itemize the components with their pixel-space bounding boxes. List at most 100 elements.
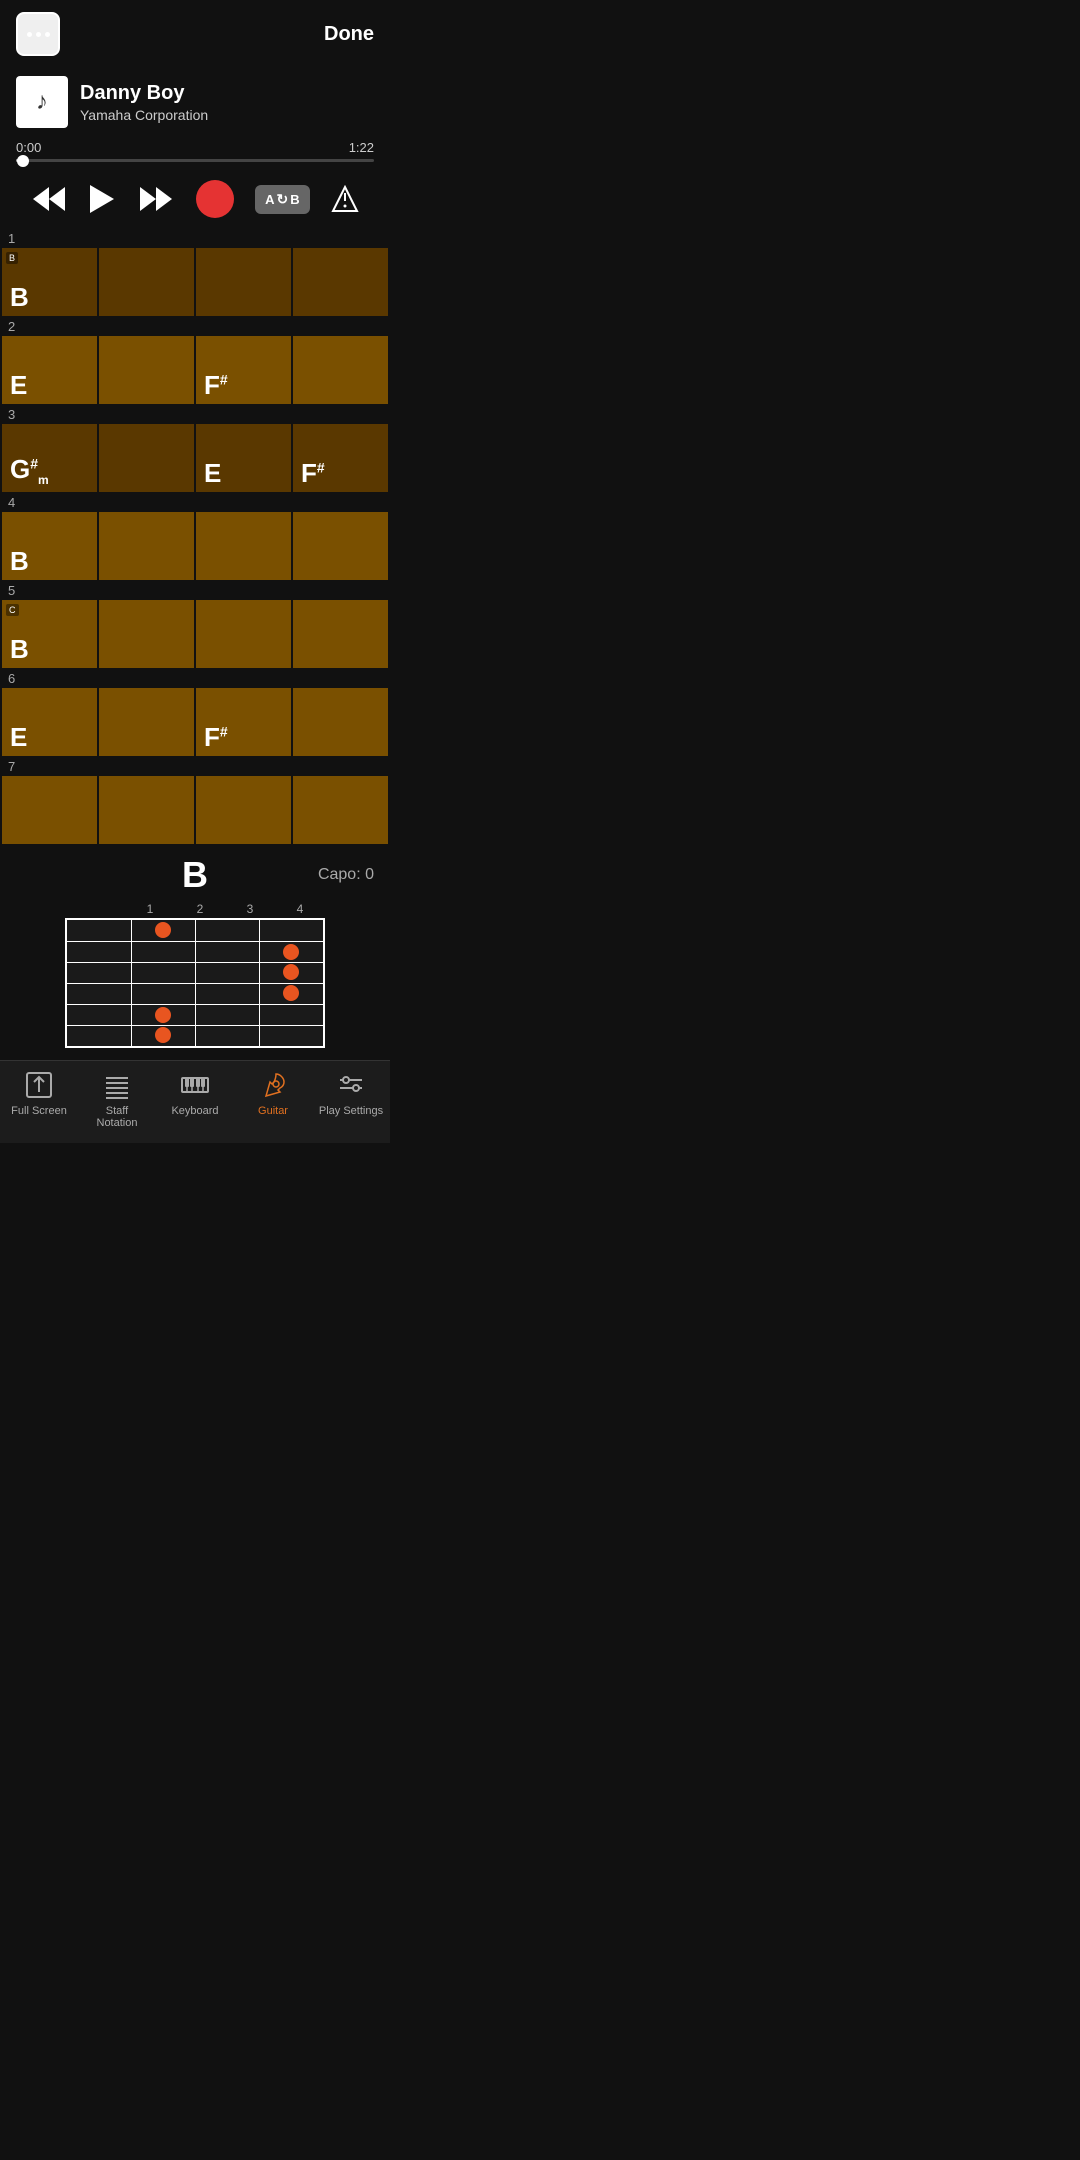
menu-dots-icon xyxy=(27,32,50,37)
diagram-chord-name: B xyxy=(182,854,208,896)
finger-dot-5 xyxy=(155,1007,171,1023)
nav-label-keyboard: Keyboard xyxy=(171,1105,218,1117)
empty-cell-5-3[interactable] xyxy=(196,600,291,668)
measure-number-1: 1 xyxy=(0,228,390,248)
string-line-3 xyxy=(67,983,323,984)
nav-item-playsettings[interactable]: Play Settings xyxy=(312,1069,390,1129)
chord-cell-3-4[interactable]: F# xyxy=(293,424,388,492)
finger-dot-4 xyxy=(283,985,299,1001)
empty-cell-4-2[interactable] xyxy=(99,512,194,580)
nav-item-guitar[interactable]: Guitar xyxy=(234,1069,312,1129)
empty-cell-6-2[interactable] xyxy=(99,688,194,756)
chord-name: F# xyxy=(301,460,325,486)
nav-label-staff: StaffNotation xyxy=(97,1105,138,1129)
empty-cell-1-3[interactable] xyxy=(196,248,291,316)
empty-cell-2-4[interactable] xyxy=(293,336,388,404)
chord-name: G#m xyxy=(10,456,49,486)
ab-label: A xyxy=(265,192,274,207)
time-total: 1:22 xyxy=(349,140,374,155)
chord-row-2: E F# xyxy=(0,336,390,404)
track-artist: Yamaha Corporation xyxy=(80,107,208,123)
chord-modifier: # xyxy=(220,723,228,739)
nav-label-fullscreen: Full Screen xyxy=(11,1105,67,1117)
fast-forward-button[interactable] xyxy=(138,185,174,213)
progress-area: 0:00 1:22 xyxy=(0,136,390,170)
chord-cell-6-1[interactable]: E xyxy=(2,688,97,756)
track-info: ♪ Danny Boy Yamaha Corporation xyxy=(0,68,390,136)
finger-dot-1 xyxy=(155,922,171,938)
empty-cell-7-2[interactable] xyxy=(99,776,194,844)
time-row: 0:00 1:22 xyxy=(16,140,374,155)
fullscreen-icon xyxy=(23,1069,55,1101)
chord-sub: m xyxy=(38,473,49,487)
finger-dot-3 xyxy=(283,964,299,980)
empty-cell-2-2[interactable] xyxy=(99,336,194,404)
finger-dot-6 xyxy=(155,1027,171,1043)
chord-row-1: BB xyxy=(0,248,390,316)
chord-cell-3-1[interactable]: G#m xyxy=(2,424,97,492)
fret-num-1: 1 xyxy=(125,902,175,916)
empty-cell-6-4[interactable] xyxy=(293,688,388,756)
chord-cell-3-3[interactable]: E xyxy=(196,424,291,492)
measure-number-3: 3 xyxy=(0,404,390,424)
measure-number-2: 2 xyxy=(0,316,390,336)
measure-number-4: 4 xyxy=(0,492,390,512)
nav-item-keyboard[interactable]: Keyboard xyxy=(156,1069,234,1129)
bottom-nav: Full Screen StaffNotation xyxy=(0,1060,390,1143)
empty-cell-4-4[interactable] xyxy=(293,512,388,580)
record-button[interactable] xyxy=(196,180,234,218)
empty-cell-4-3[interactable] xyxy=(196,512,291,580)
chord-name: F# xyxy=(204,724,228,750)
chord-name: B xyxy=(10,548,29,574)
fretboard[interactable] xyxy=(65,918,325,1048)
empty-cell-7-1[interactable] xyxy=(2,776,97,844)
track-title: Danny Boy xyxy=(80,82,208,105)
fret-numbers: 1 2 3 4 xyxy=(65,902,325,916)
track-text: Danny Boy Yamaha Corporation xyxy=(80,82,208,123)
nav-item-fullscreen[interactable]: Full Screen xyxy=(0,1069,78,1129)
ab-repeat-button[interactable]: A ↻ B xyxy=(255,185,310,214)
empty-cell-5-2[interactable] xyxy=(99,600,194,668)
empty-cell-7-3[interactable] xyxy=(196,776,291,844)
chord-row-7 xyxy=(0,776,390,844)
chord-cell-5-1[interactable]: CB xyxy=(2,600,97,668)
measure-number-7: 7 xyxy=(0,756,390,776)
play-button[interactable] xyxy=(88,183,116,215)
chord-cell-1-1[interactable]: BB xyxy=(2,248,97,316)
measure-row-5: 5CB xyxy=(0,580,390,668)
chord-row-5: CB xyxy=(0,600,390,668)
empty-cell-5-4[interactable] xyxy=(293,600,388,668)
measure-row-6: 6 E F# xyxy=(0,668,390,756)
album-art: ♪ xyxy=(16,76,68,128)
rewind-button[interactable] xyxy=(31,185,67,213)
chord-cell-2-1[interactable]: E xyxy=(2,336,97,404)
play-settings-icon xyxy=(335,1069,367,1101)
chord-name: E xyxy=(204,460,221,486)
menu-button[interactable] xyxy=(16,12,60,56)
staff-notation-icon xyxy=(101,1069,133,1101)
measure-number-6: 6 xyxy=(0,668,390,688)
chord-modifier: # xyxy=(30,455,38,471)
empty-cell-3-2[interactable] xyxy=(99,424,194,492)
nav-item-staff[interactable]: StaffNotation xyxy=(78,1069,156,1129)
capo-tag: B xyxy=(6,252,18,264)
empty-cell-1-2[interactable] xyxy=(99,248,194,316)
ab-arrow-icon: ↻ xyxy=(276,191,288,208)
chord-row-4: B xyxy=(0,512,390,580)
done-button[interactable]: Done xyxy=(324,23,374,46)
chord-row-3: G#m E F# xyxy=(0,424,390,492)
queue-button[interactable] xyxy=(331,185,359,213)
chord-cell-4-1[interactable]: B xyxy=(2,512,97,580)
chord-cell-6-3[interactable]: F# xyxy=(196,688,291,756)
chord-name: E xyxy=(10,724,27,750)
progress-track[interactable] xyxy=(16,159,374,162)
chord-name: E xyxy=(10,372,27,398)
guitar-icon xyxy=(257,1069,289,1101)
music-note-icon: ♪ xyxy=(36,88,48,116)
chord-cell-2-3[interactable]: F# xyxy=(196,336,291,404)
empty-cell-7-4[interactable] xyxy=(293,776,388,844)
empty-cell-1-4[interactable] xyxy=(293,248,388,316)
string-line-4 xyxy=(67,1004,323,1005)
measure-row-1: 1BB xyxy=(0,228,390,316)
measure-row-4: 4B xyxy=(0,492,390,580)
